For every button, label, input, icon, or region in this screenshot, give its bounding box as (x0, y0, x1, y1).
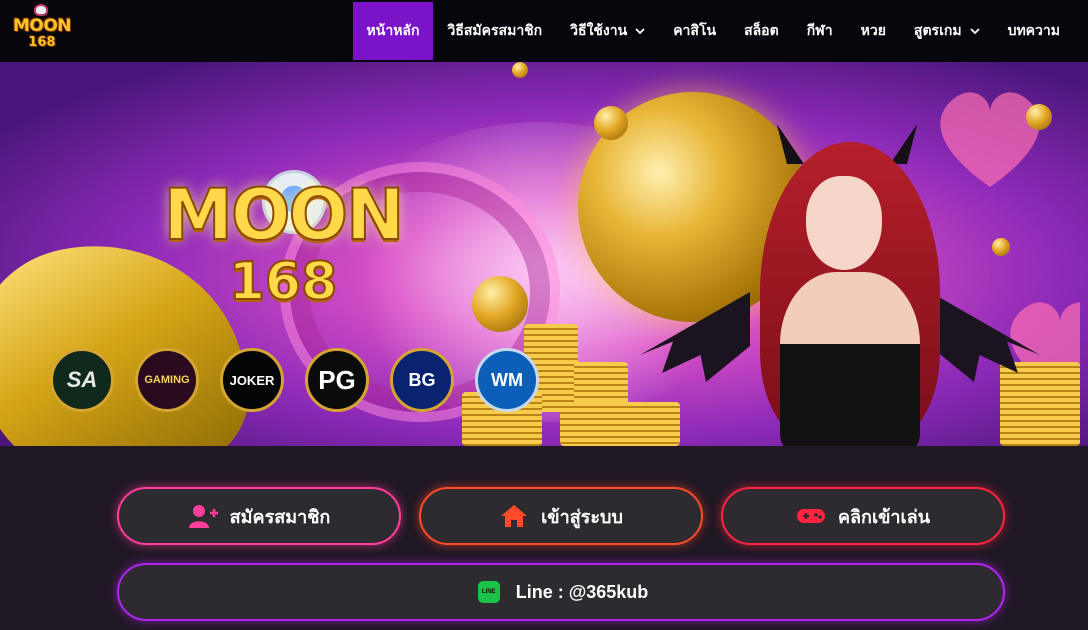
provider-label: BG (408, 370, 436, 390)
nav-item-casino[interactable]: คาสิโน (659, 0, 730, 62)
main-menu: หน้าหลัก วิธีสมัครสมาชิก วิธีใช้งาน คาสิ… (352, 0, 1074, 62)
nav-item-label: หน้าหลัก (366, 22, 420, 38)
chevron-down-icon (969, 28, 980, 35)
logo-rocket-icon (34, 4, 48, 16)
home-icon (499, 503, 529, 529)
nav-item-label: หวย (860, 22, 886, 38)
hero-brand-logo: MOON 168 (118, 174, 448, 312)
provider-label: PG (318, 365, 356, 395)
logo-number: 168 (28, 35, 56, 50)
signup-label: สมัครสมาชิก (229, 506, 331, 527)
nav-item-label: บทความ (1007, 22, 1060, 38)
provider-pg-soft-logo: PG (305, 348, 369, 412)
line-app-icon: LINE (474, 579, 504, 605)
coin-stack-graphic (1000, 362, 1080, 446)
character-body (780, 272, 920, 446)
nav-item-label: วิธีสมัครสมาชิก (447, 22, 543, 38)
provider-sa-gaming-logo: SA (50, 348, 114, 412)
coin-stack-graphic (560, 402, 680, 446)
game-provider-list: SA GAMING JOKER PG BG WM (50, 348, 539, 412)
nav-item-how-to-register[interactable]: วิธีสมัครสมาชิก (433, 0, 556, 62)
top-navbar: MOON 168 หน้าหลัก วิธีสมัครสมาชิก วิธีใช… (0, 0, 1088, 62)
action-buttons-panel: สมัครสมาชิก เข้าสู่ระบบ คลิกเข้าเล่น LIN… (0, 446, 1088, 630)
login-label: เข้าสู่ระบบ (541, 506, 623, 527)
provider-label: JOKER (229, 372, 275, 388)
nav-item-label: สล็อต (744, 22, 779, 38)
nav-item-label: คาสิโน (673, 22, 717, 38)
hero-brand-number: 168 (228, 252, 339, 312)
nav-item-sports[interactable]: กีฬา (793, 0, 847, 62)
signup-button[interactable]: สมัครสมาชิก (117, 487, 401, 545)
line-contact-button[interactable]: LINE Line : @365kub (117, 563, 1005, 621)
line-badge: LINE (477, 581, 500, 603)
line-contact-label: Line : @365kub (515, 581, 649, 602)
login-button[interactable]: เข้าสู่ระบบ (419, 487, 703, 545)
play-now-label: คลิกเข้าเล่น (837, 506, 931, 527)
logo-text: MOON (12, 16, 72, 36)
play-now-button[interactable]: คลิกเข้าเล่น (721, 487, 1005, 545)
hero-banner: MOON 168 SA GAMING JOKER PG BG WM (0, 62, 1088, 446)
model-character-image (720, 122, 980, 446)
user-plus-icon (188, 503, 218, 529)
nav-item-lottery[interactable]: หวย (847, 0, 900, 62)
provider-joker-gaming-logo: JOKER (220, 348, 284, 412)
nav-item-label: กีฬา (806, 22, 833, 38)
gamepad-icon (796, 503, 826, 529)
provider-big-gaming-logo: BG (390, 348, 454, 412)
nav-item-home[interactable]: หน้าหลัก (352, 2, 434, 60)
gold-ball-decoration (594, 106, 628, 140)
nav-item-label: วิธีใช้งาน (570, 22, 628, 38)
provider-wm-casino-logo: WM (475, 348, 539, 412)
gold-ball-decoration (472, 276, 528, 332)
nav-item-game-formulas[interactable]: สูตรเกม (900, 0, 994, 62)
character-face (806, 176, 882, 270)
nav-item-articles[interactable]: บทความ (994, 0, 1074, 62)
site-logo[interactable]: MOON 168 (4, 4, 80, 58)
chevron-down-icon (635, 28, 645, 35)
hero-brand-title: MOON (162, 174, 405, 256)
nav-item-slots[interactable]: สล็อต (730, 0, 793, 62)
nav-item-label: สูตรเกม (913, 22, 962, 38)
gold-ball-decoration (992, 238, 1010, 256)
provider-label: SA (66, 367, 98, 392)
gold-ball-decoration (1026, 104, 1052, 130)
provider-label: GAMING (144, 373, 190, 386)
provider-label: WM (491, 370, 523, 390)
gold-ball-decoration (512, 62, 528, 78)
nav-item-how-to-use[interactable]: วิธีใช้งาน (556, 0, 659, 62)
provider-sexy-gaming-logo: GAMING (135, 348, 199, 412)
